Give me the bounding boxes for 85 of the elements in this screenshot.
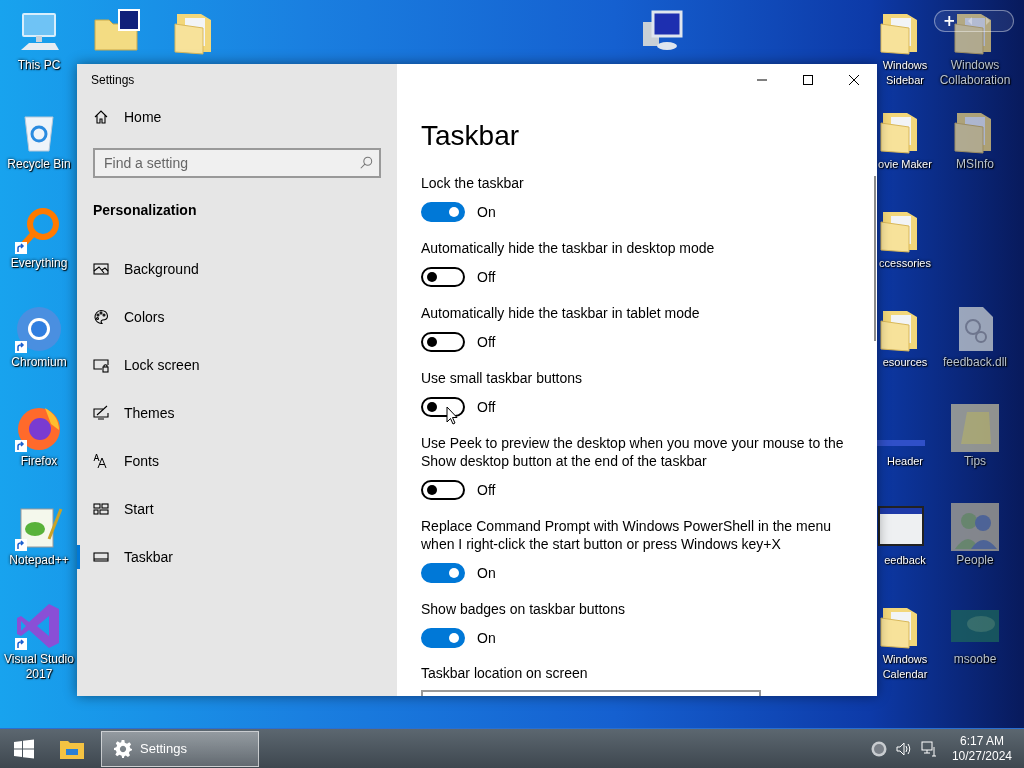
nav-item[interactable]: Background — [77, 245, 397, 293]
toggle-state: Off — [477, 399, 496, 415]
nav-item[interactable]: Colors — [77, 293, 397, 341]
nav-icon — [93, 357, 109, 373]
toggle-state: Off — [477, 269, 496, 285]
globe-icon[interactable] — [870, 740, 887, 757]
shortcut-arrow-icon — [15, 539, 27, 551]
toggle-state: Off — [477, 334, 496, 350]
toggle-switch[interactable] — [421, 202, 465, 222]
icon-label: eedback — [883, 553, 927, 568]
speaker-icon[interactable] — [895, 740, 912, 757]
setting-label: Show badges on taskbar buttons — [421, 600, 626, 618]
search-icon — [359, 156, 373, 170]
icon-label: Header — [885, 454, 925, 469]
icon-label: Recycle Bin — [7, 157, 71, 172]
setting-label: Use Peek to preview the desktop when you move your mouse to the Show desktop button at the end of the taskbar — [421, 434, 845, 470]
icon-label: Firefox — [20, 454, 58, 469]
nav-item[interactable]: Taskbar — [77, 533, 397, 581]
icon-label: Chromium — [11, 355, 67, 370]
page-title: Taskbar — [421, 119, 521, 153]
nav-icon — [93, 453, 109, 469]
toggle-state: On — [477, 630, 496, 646]
icon-label: Visual Studio 2017 — [3, 652, 75, 682]
home-icon — [93, 109, 109, 125]
toggle-switch[interactable] — [421, 480, 465, 500]
nav-icon — [93, 309, 109, 325]
windows-logo-icon — [14, 738, 34, 759]
toggle-switch[interactable] — [421, 267, 465, 287]
clock-date: 10/27/2024 — [951, 748, 1012, 764]
toggle-state: Off — [477, 482, 496, 498]
clock-time: 6:17 AM — [959, 733, 1004, 749]
icon-label: Windows Calendar — [881, 652, 929, 682]
close-icon — [849, 75, 859, 85]
nav-item[interactable]: Fonts — [77, 437, 397, 485]
search-field[interactable]: Find a setting — [93, 148, 381, 178]
icon-label: esources — [881, 355, 929, 370]
window-title: Settings — [90, 72, 136, 89]
nav-icon — [93, 405, 109, 421]
icon-label: People — [956, 553, 994, 568]
home-link[interactable]: Home — [77, 97, 397, 137]
icon-label: feedback.dll — [942, 355, 1007, 370]
network-icon[interactable] — [920, 740, 937, 757]
toggle-state: On — [477, 565, 496, 581]
icon-label: This PC — [17, 58, 61, 73]
right-arrow-icon[interactable] — [983, 16, 992, 26]
setting-label: Automatically hide the taskbar in desktop mode — [421, 239, 716, 257]
setting-label: Replace Command Prompt with Windows PowerShell in the menu when I right-click the start button or press Windows key+X — [421, 517, 833, 553]
folder-icon — [60, 738, 84, 759]
setting-label: Taskbar location on screen — [421, 664, 589, 682]
gear-icon — [114, 739, 132, 758]
section-heading: Personalization — [93, 201, 198, 220]
icon-label: ccessories — [878, 256, 932, 271]
toggle-switch[interactable] — [421, 397, 465, 417]
icon-label: ovie Maker — [877, 157, 933, 172]
nav-icon — [93, 501, 109, 517]
taskbar-button[interactable]: Settings — [101, 730, 259, 767]
toggle-switch[interactable] — [421, 332, 465, 352]
browser-icon[interactable] — [15, 305, 63, 353]
icon-label: Notepad++ — [9, 553, 69, 568]
nav-item[interactable]: Themes — [77, 389, 397, 437]
setting-label: Lock the taskbar — [421, 174, 525, 192]
maximize-icon — [803, 75, 813, 85]
setting-label: Automatically hide the taskbar in tablet mode — [421, 304, 701, 322]
shortcut-arrow-icon — [15, 242, 27, 254]
shortcut-arrow-icon — [15, 341, 27, 353]
nav-item[interactable]: Lock screen — [77, 341, 397, 389]
nav-icon — [93, 549, 109, 565]
toggle-state: On — [477, 204, 496, 220]
setting-label: Use small taskbar buttons — [421, 369, 584, 387]
cursor-icon — [446, 406, 458, 425]
toggle-switch[interactable] — [421, 563, 465, 583]
icon-label: Everything — [10, 256, 68, 271]
icon-label: msoobe — [953, 652, 997, 667]
icon-label: Tips — [963, 454, 987, 469]
icon-label: Windows Sidebar — [881, 58, 929, 88]
icon-label: Windows Collaboration — [938, 58, 1012, 88]
shortcut-arrow-icon — [15, 638, 27, 650]
nav-item[interactable]: Start — [77, 485, 397, 533]
toggle-switch[interactable] — [421, 628, 465, 648]
nav-icon — [93, 261, 109, 277]
clock[interactable]: 6:17 AM 10/27/2024 — [951, 733, 1012, 764]
icon-label: MSInfo — [956, 157, 994, 172]
add-gadget-button[interactable]: + — [943, 12, 956, 30]
scrollbar[interactable] — [874, 176, 876, 341]
shortcut-arrow-icon — [15, 440, 27, 452]
